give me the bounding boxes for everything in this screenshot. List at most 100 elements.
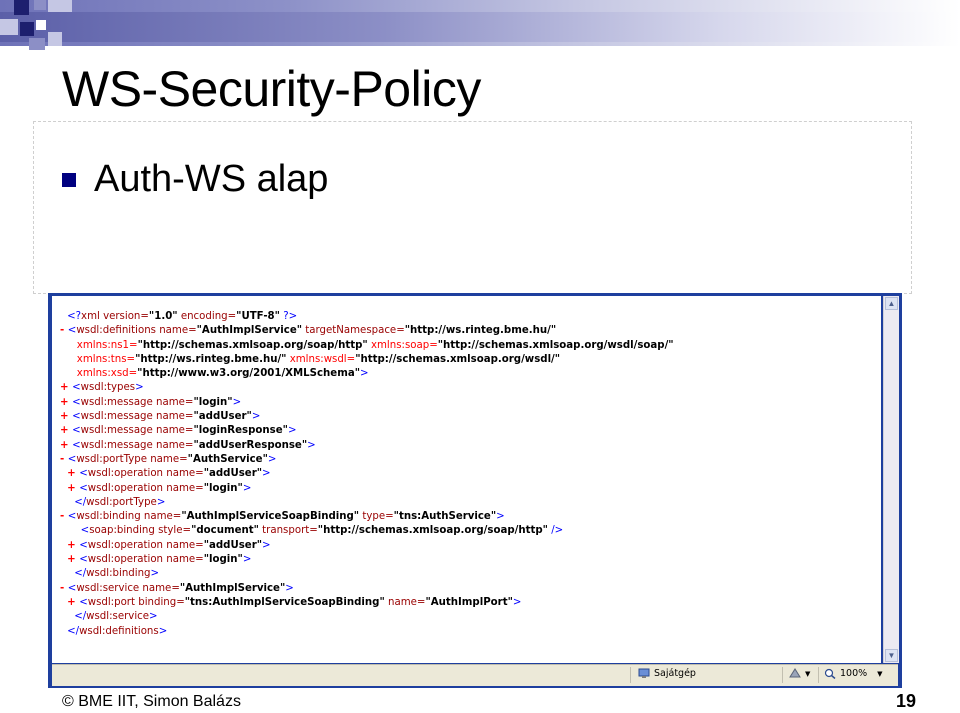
xml-token: > [267, 453, 277, 465]
xml-token: < [79, 539, 88, 551]
collapse-toggle[interactable]: - [60, 511, 68, 522]
xml-token: "addUserResponse" [193, 439, 308, 451]
xml-line: </wsdl:portType> [60, 496, 674, 510]
security-icon [789, 668, 801, 678]
xml-token: "AuthImplService" [179, 582, 286, 594]
xml-token: /> [547, 525, 564, 537]
xml-indent [60, 525, 74, 536]
xml-line: - <wsdl:binding name="AuthImplServiceSoa… [60, 510, 674, 524]
header-gradient [0, 12, 960, 42]
expand-toggle[interactable]: + [60, 540, 79, 551]
xml-document: <?xml version="1.0" encoding="UTF-8" ?> -… [60, 310, 674, 639]
xml-token: "AuthImplService" [196, 325, 303, 337]
xml-token: </ [74, 568, 87, 580]
xml-line: + <wsdl:operation name="login"> [60, 482, 674, 496]
xml-token: > [242, 554, 252, 566]
xml-token: > [149, 611, 158, 623]
xml-token: "http://schemas.xmlsoap.org/wsdl/" [355, 353, 561, 365]
xml-token: "http://schemas.xmlsoap.org/wsdl/soap/" [437, 339, 674, 351]
expand-toggle[interactable]: + [60, 411, 72, 422]
xml-token: </ [74, 611, 87, 623]
decor-square [48, 32, 62, 46]
zone-label: Sajátgép [654, 668, 696, 679]
xml-line: <?xml version="1.0" encoding="UTF-8" ?> [60, 310, 674, 324]
expand-toggle[interactable]: + [60, 397, 72, 408]
xml-line: + <wsdl:message name="addUserResponse"> [60, 439, 674, 453]
scroll-up-button[interactable]: ▲ [885, 297, 898, 310]
xml-token: wsdl:message name= [80, 396, 194, 408]
security-button[interactable]: ▼ [789, 668, 810, 679]
collapse-toggle[interactable]: - [60, 325, 68, 336]
xml-token: "AuthImplServiceSoapBinding" [181, 511, 360, 523]
xml-token: wsdl:message name= [80, 439, 194, 451]
xml-token: </ [67, 625, 80, 637]
vertical-scrollbar[interactable]: ▲ ▼ [883, 296, 899, 663]
status-divider [782, 667, 783, 683]
xml-token: < [79, 596, 88, 608]
xml-line: + <wsdl:message name="loginResponse"> [60, 424, 674, 438]
xml-indent [60, 611, 74, 622]
xml-token: "http://schemas.xmlsoap.org/soap/http" [137, 339, 368, 351]
xml-token: xml version= [81, 311, 149, 322]
expand-toggle[interactable]: + [60, 382, 72, 393]
expand-toggle[interactable]: + [60, 468, 79, 479]
status-divider [630, 667, 631, 683]
expand-toggle[interactable]: + [60, 425, 72, 436]
xml-line: </wsdl:service> [60, 610, 674, 624]
expand-toggle[interactable]: + [60, 597, 79, 608]
xml-token: "1.0" [148, 311, 178, 322]
collapse-toggle[interactable]: - [60, 454, 68, 465]
xml-token: < [72, 382, 81, 394]
expand-toggle[interactable]: + [60, 483, 79, 494]
xml-token: < [72, 439, 81, 451]
xml-token: > [156, 496, 166, 508]
xml-line: + <wsdl:operation name="login"> [60, 553, 674, 567]
xml-line: + <wsdl:port binding="tns:AuthImplServic… [60, 596, 674, 610]
xml-line: xmlns:tns="http://ws.rinteg.bme.hu/" xml… [60, 353, 674, 367]
zoom-control[interactable]: 100% ▼ [824, 668, 883, 679]
xml-token: "addUser" [193, 411, 252, 423]
xml-token: wsdl:portType name= [76, 453, 188, 465]
xml-token: > [496, 511, 505, 523]
xml-token: "loginResponse" [193, 425, 288, 437]
zone-indicator: Sajátgép [638, 668, 696, 679]
xml-token: < [79, 482, 88, 494]
bullet-item: Auth-WS alap [62, 158, 328, 201]
xml-token: "tns:AuthImplServiceSoapBinding" [184, 596, 385, 608]
xml-indent [60, 497, 74, 508]
xml-token: "addUser" [203, 539, 263, 551]
xml-token: wsdl:operation name= [87, 482, 204, 494]
expand-toggle[interactable]: + [60, 554, 79, 565]
xml-token: "UTF-8" [236, 311, 280, 322]
xml-token: wsdl:message name= [80, 411, 194, 423]
bullet-text: Auth-WS alap [94, 158, 329, 200]
xml-token: > [262, 468, 271, 480]
xml-token: "login" [193, 396, 233, 408]
xml-token: < [72, 411, 81, 423]
xml-token: xmlns:ns1= [67, 339, 138, 351]
xml-line: + <wsdl:operation name="addUser"> [60, 467, 674, 481]
xml-token: wsdl:definitions name= [76, 325, 197, 337]
xml-line: - <wsdl:portType name="AuthService"> [60, 453, 674, 467]
xml-token: wsdl:service name= [76, 582, 180, 594]
xml-token: > [360, 368, 369, 380]
xml-token: wsdl:types [80, 382, 136, 394]
collapse-toggle[interactable]: - [60, 583, 68, 594]
xml-token: "http://www.w3.org/2001/XMLSchema" [137, 368, 361, 380]
xml-token: wsdl:definitions [79, 625, 159, 637]
scroll-down-button[interactable]: ▼ [885, 649, 898, 662]
page-number: 19 [896, 691, 917, 711]
xml-token: "login" [203, 482, 243, 494]
xml-token: > [150, 568, 160, 580]
decor-square [14, 0, 29, 15]
xml-viewer[interactable]: <?xml version="1.0" encoding="UTF-8" ?> -… [52, 296, 881, 663]
xml-token: "login" [203, 554, 243, 566]
xml-token: > [287, 425, 297, 437]
xml-token: < [72, 425, 81, 437]
xml-token: name= [384, 596, 426, 608]
xml-line: xmlns:ns1="http://schemas.xmlsoap.org/so… [60, 339, 674, 353]
xml-token: "http://schemas.xmlsoap.org/soap/http" [317, 525, 548, 537]
decor-square [36, 20, 46, 30]
chevron-down-icon: ▼ [877, 669, 883, 678]
expand-toggle[interactable]: + [60, 440, 72, 451]
